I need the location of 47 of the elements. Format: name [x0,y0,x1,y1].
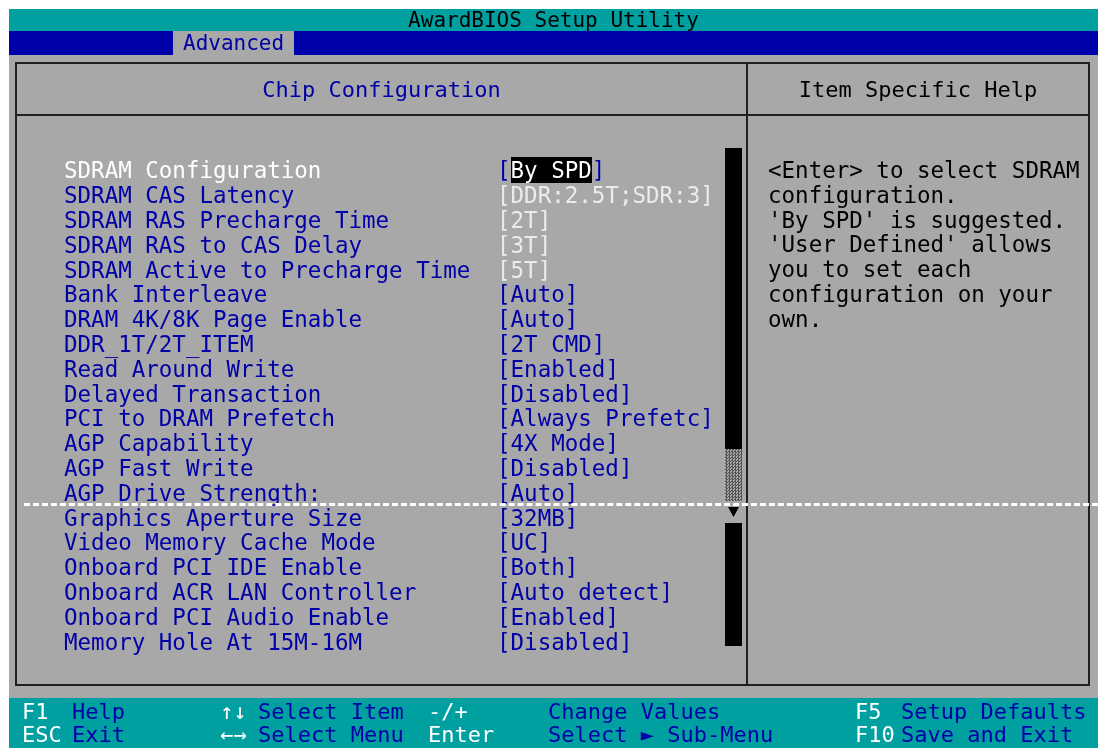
setting-label[interactable]: Memory Hole At 15M-16M [64,628,497,655]
key-name: -/+ [428,699,469,724]
panel-title: Chip Configuration [262,76,501,102]
key-name: ESC [21,722,63,747]
setting-label[interactable]: AGP Drive Strength: [64,479,497,506]
scrollbar-bar[interactable] [725,148,742,449]
key-name: ↑↓ [220,699,248,724]
key-name: F5 [855,699,883,724]
setting-value[interactable]: [4X Mode] [497,430,619,457]
key-action: Setup Defaults [901,699,1087,724]
help-text: <Enter> to select SDRAM configuration. 'By SPD' is suggested. 'User Defined' allows you to set each configuration on your own. [768,158,1081,332]
setting-value[interactable]: [Disabled] [497,454,633,481]
setting-value[interactable]: [32MB] [497,504,579,531]
setting-label[interactable]: AGP Capability [64,430,497,457]
setting-value[interactable]: [Auto] [497,306,579,333]
setting-value[interactable]: [Disabled] [497,380,633,407]
setting-label[interactable]: DRAM 4K/8K Page Enable [64,306,497,333]
key-name: F10 [855,722,896,747]
setting-value[interactable]: [Always Prefetc] [497,405,714,432]
key-name: Enter [428,722,496,747]
scrollbar-bar[interactable] [725,523,742,646]
key-action: Select Item [258,699,404,724]
setting-value[interactable]: [Auto] [497,281,579,308]
setting-value[interactable]: [Enabled] [497,355,619,382]
menu-tab[interactable]: Advanced [173,31,295,55]
key-action: Select Menu [258,722,404,747]
setting-label[interactable]: DDR_1T/2T_ITEM [64,331,497,357]
setting-value[interactable]: [Auto detect] [497,578,674,605]
key-name: F1 [21,699,50,724]
key-action: Exit [72,722,125,747]
setting-label[interactable]: Read Around Write [64,355,497,382]
key-action: Change Values [548,699,721,724]
setting-value[interactable]: [Disabled] [497,628,633,655]
key-action: Save and Exit [901,722,1074,747]
key-action: Select ► Sub-Menu [548,722,774,747]
help-title: Item Specific Help [798,76,1038,102]
setting-value[interactable]: [Both] [497,554,579,581]
setting-value[interactable]: [Enabled] [497,603,619,630]
setting-value[interactable]: [2T CMD] [497,331,606,357]
window-title: AwardBIOS Setup Utility [408,9,699,31]
key-action: Help [72,699,125,724]
setting-label[interactable]: Delayed Transaction [64,380,497,407]
setting-value[interactable]: [UC] [497,529,552,556]
setting-label[interactable]: Onboard ACR LAN Controller [64,578,497,605]
setting-label[interactable]: Onboard PCI Audio Enable [64,603,497,630]
key-name: ←→ [220,722,248,747]
setting-label[interactable]: Onboard PCI IDE Enable [64,554,497,581]
